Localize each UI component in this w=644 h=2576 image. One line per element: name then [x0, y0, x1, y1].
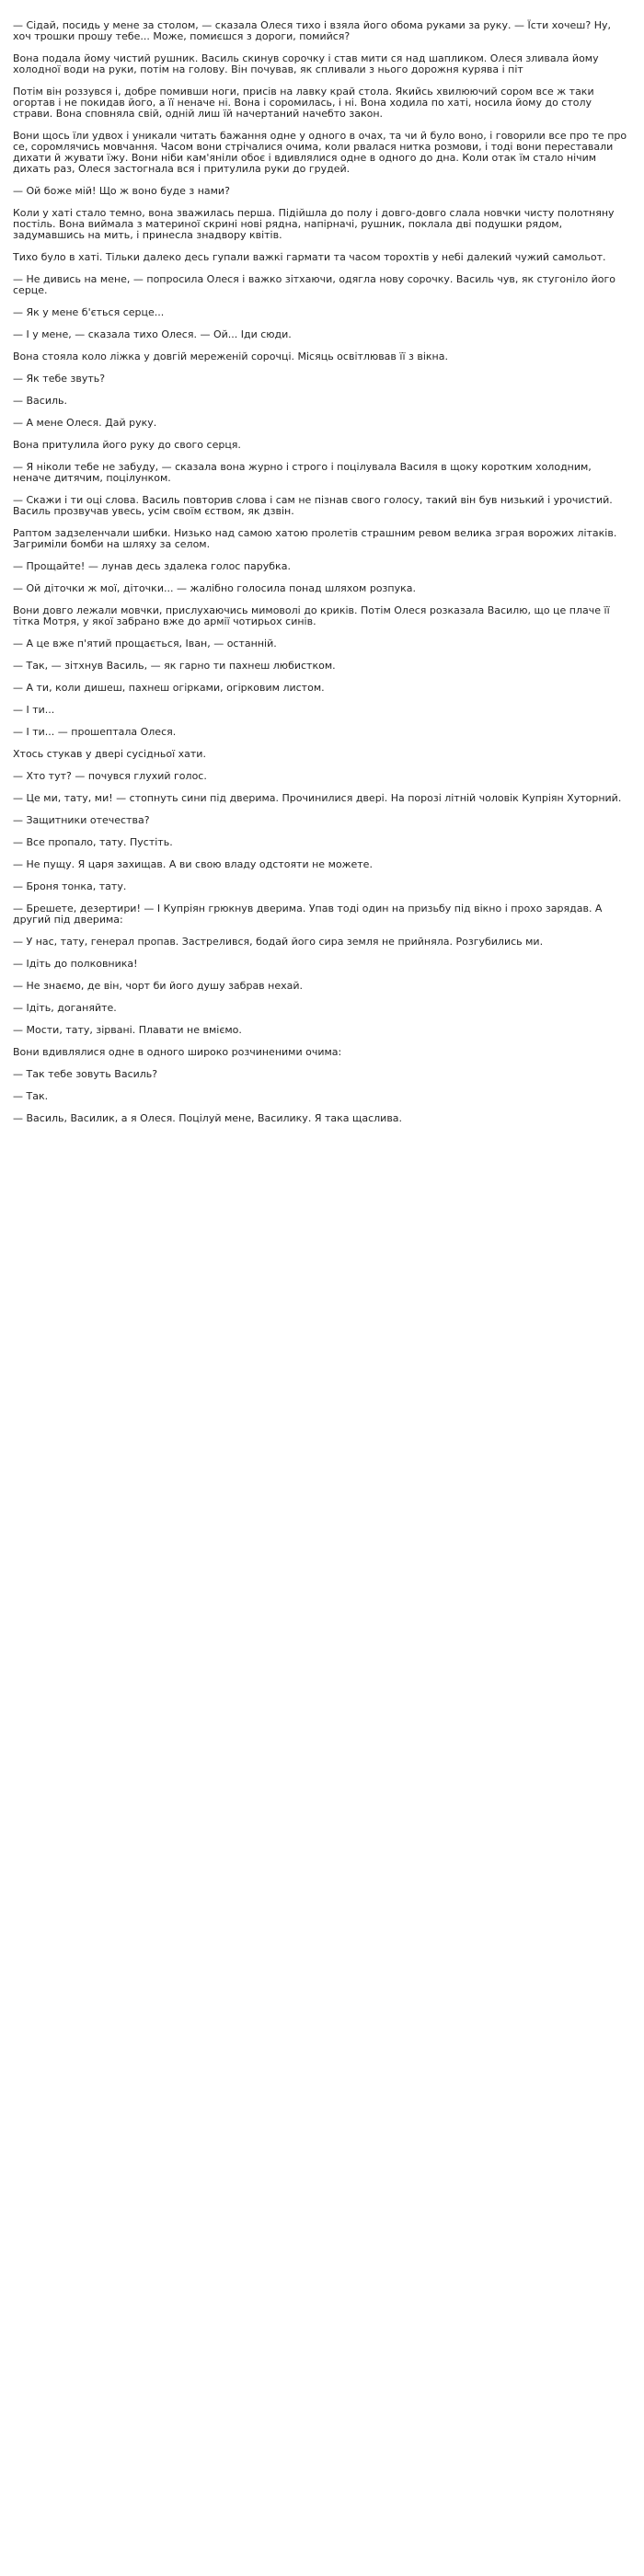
- paragraph: Вони щось їли удвох і уникали читать баж…: [13, 130, 627, 175]
- paragraph: — Ідіть до полковника!: [13, 958, 138, 970]
- paragraph-list: — Сідай, посидь у мене за столом, — сказ…: [13, 20, 631, 1124]
- paragraph: — Не пущу. Я царя захищав. А ви свою вла…: [13, 858, 373, 870]
- paragraph: Раптом задзеленчали шибки. Низько над са…: [13, 527, 617, 550]
- paragraph: — Василь, Василик, а я Олеся. Поцілуй ме…: [13, 1112, 403, 1124]
- document-page: — Сідай, посидь у мене за столом, — сказ…: [0, 0, 644, 1124]
- paragraph: Вона подала йому чистий рушник. Василь с…: [13, 52, 599, 75]
- paragraph: Вона притулила його руку до свого серця.: [13, 439, 241, 451]
- paragraph: Тихо було в хаті. Тільки далеко десь гуп…: [13, 251, 606, 263]
- paragraph: Потім він роззувся і, добре помивши ноги…: [13, 86, 594, 120]
- paragraph: — А мене Олеся. Дай руку.: [13, 417, 157, 429]
- paragraph: — Броня тонка, тату.: [13, 880, 127, 892]
- paragraph: Вона стояла коло ліжка у довгій мережені…: [13, 351, 448, 362]
- paragraph: — У нас, тату, генерал пропав. Застрелив…: [13, 936, 544, 948]
- paragraph: — Так, — зітхнув Василь, — як гарно ти п…: [13, 660, 336, 672]
- paragraph: — А ти, коли дишеш, пахнеш огірками, огі…: [13, 682, 325, 694]
- paragraph: — Все пропало, тату. Пустіть.: [13, 836, 173, 848]
- paragraph: — А це вже п'ятий прощається, Іван, — ос…: [13, 638, 277, 650]
- paragraph: — Не знаємо, де він, чорт би його душу з…: [13, 980, 304, 992]
- paragraph: — Це ми, тату, ми! — стопнуть сини під д…: [13, 792, 622, 804]
- paragraph: — Брешете, дезертири! — І Купріян грюкну…: [13, 903, 603, 926]
- paragraph: — І у мене, — сказала тихо Олеся. — Ой..…: [13, 328, 292, 340]
- paragraph: — Василь.: [13, 395, 67, 407]
- paragraph: — Так тебе зовуть Василь?: [13, 1068, 158, 1080]
- paragraph: — Я ніколи тебе не забуду, — сказала вон…: [13, 461, 592, 484]
- paragraph: — І ти... — прошептала Олеся.: [13, 726, 177, 738]
- paragraph: — Мости, тату, зірвані. Плавати не вмієм…: [13, 1024, 242, 1036]
- paragraph: — Скажи і ти оці слова. Василь повторив …: [13, 494, 613, 517]
- paragraph: — Так.: [13, 1090, 49, 1102]
- paragraph: — Хто тут? — почувся глухий голос.: [13, 770, 207, 782]
- paragraph: Коли у хаті стало темно, вона зважилась …: [13, 207, 615, 241]
- paragraph: — Не дивись на мене, — попросила Олеся і…: [13, 273, 615, 296]
- paragraph: — І ти...: [13, 704, 55, 716]
- paragraph: Вони вдивлялися одне в одного широко роз…: [13, 1046, 342, 1058]
- paragraph: — Прощайте! — лунав десь здалека голос п…: [13, 560, 291, 572]
- paragraph: — Защитники отечества?: [13, 814, 150, 826]
- paragraph: — Ідіть, доганяйте.: [13, 1002, 117, 1014]
- paragraph: — Ой діточки ж мої, діточки... — жалібно…: [13, 582, 416, 594]
- paragraph: — Як тебе звуть?: [13, 373, 106, 385]
- paragraph: — Ой боже мій! Що ж воно буде з нами?: [13, 185, 230, 197]
- paragraph: Хтось стукав у двері сусідньої хати.: [13, 748, 206, 760]
- paragraph: — Як у мене б'ється серце...: [13, 306, 165, 318]
- paragraph: Вони довго лежали мовчки, прислухаючись …: [13, 604, 610, 627]
- paragraph: — Сідай, посидь у мене за столом, — сказ…: [13, 19, 611, 42]
